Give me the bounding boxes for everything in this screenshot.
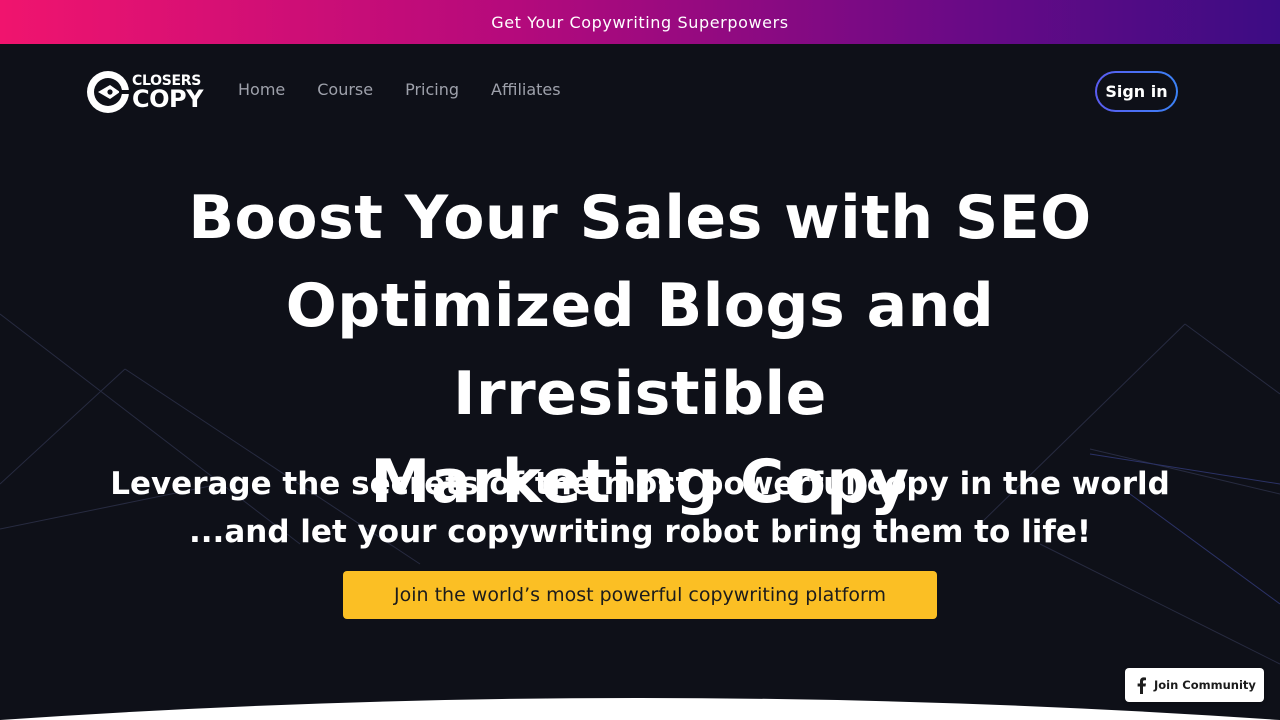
main-nav: CLOSERS COPY Home Course Pricing Affilia… — [0, 44, 1280, 138]
hero-subtitle: Leverage the secrets of the most powerfu… — [90, 460, 1190, 556]
facebook-icon — [1137, 677, 1146, 694]
brand-logo[interactable]: CLOSERS COPY — [86, 69, 208, 115]
hero-subtitle-line-1: Leverage the secrets of the most powerfu… — [110, 466, 1170, 502]
join-community-button[interactable]: Join Community — [1125, 668, 1264, 702]
nav-link-pricing[interactable]: Pricing — [405, 80, 459, 99]
section-wave — [0, 698, 1280, 720]
announcement-text[interactable]: Get Your Copywriting Superpowers — [491, 13, 789, 32]
brand-line2: COPY — [132, 84, 203, 113]
announcement-bar[interactable]: Get Your Copywriting Superpowers — [0, 0, 1280, 44]
hero-title-line-1: Boost Your Sales with SEO — [188, 183, 1092, 253]
pen-nib-icon — [87, 71, 130, 113]
hero-subtitle-line-2: ...and let your copywriting robot bring … — [189, 514, 1091, 550]
sign-in-label[interactable]: Sign in — [1097, 73, 1176, 110]
hero-title-line-2: Optimized Blogs and Irresistible — [285, 271, 995, 429]
sign-in-button[interactable]: Sign in — [1095, 71, 1178, 112]
nav-link-home[interactable]: Home — [238, 80, 285, 99]
nav-link-course[interactable]: Course — [317, 80, 373, 99]
nav-link-affiliates[interactable]: Affiliates — [491, 80, 561, 99]
nav-links: Home Course Pricing Affiliates — [238, 80, 561, 99]
join-platform-button[interactable]: Join the world’s most powerful copywriti… — [343, 571, 937, 619]
join-community-label[interactable]: Join Community — [1154, 678, 1256, 692]
